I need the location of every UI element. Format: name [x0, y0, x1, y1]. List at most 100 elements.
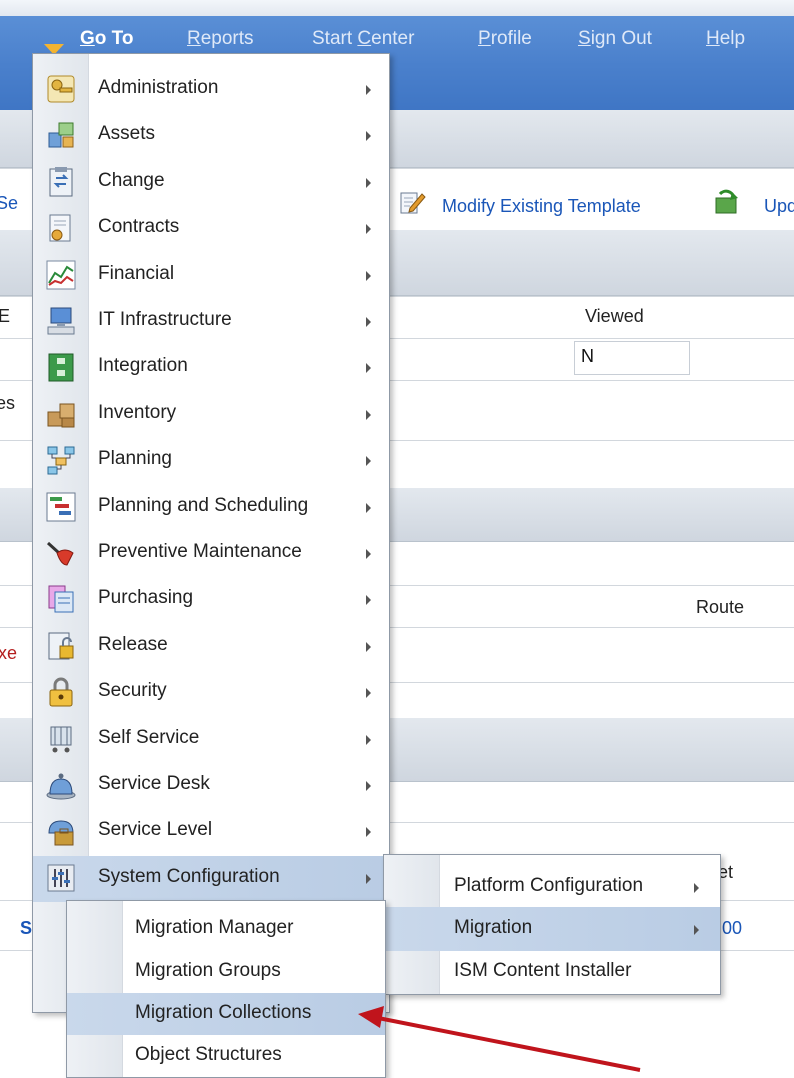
submenu-arrow-icon	[366, 409, 371, 420]
menu-item-inventory[interactable]: Inventory	[33, 392, 389, 438]
menu-item-release[interactable]: Release	[33, 624, 389, 670]
submenu-arrow-icon	[366, 734, 371, 745]
nav-goto-menu[interactable]: Go To	[80, 28, 133, 50]
migration-submenu: Migration Manager Migration Groups Migra…	[66, 900, 386, 1078]
menu-item-label: Security	[98, 680, 167, 702]
submenu-item-label: Object Structures	[135, 1044, 282, 1065]
menu-item-assets[interactable]: Assets	[33, 113, 389, 159]
menu-item-purchasing[interactable]: Purchasing	[33, 577, 389, 623]
submenu-arrow-icon	[366, 641, 371, 652]
nav-reports[interactable]: Reports	[187, 28, 254, 50]
submenu-item-label: Migration Groups	[135, 960, 281, 981]
top-strip	[0, 0, 794, 16]
purchasing-icon	[48, 585, 74, 613]
menu-item-self-service[interactable]: Self Service	[33, 717, 389, 763]
menu-item-contracts[interactable]: Contracts	[33, 206, 389, 252]
menu-item-label: Release	[98, 633, 168, 655]
submenu-arrow-icon	[694, 925, 699, 935]
submenu-arrow-icon	[366, 224, 371, 235]
planning-icon	[47, 446, 75, 475]
row-link-fragment[interactable]: S	[20, 918, 32, 939]
submenu-item-object-structures[interactable]: Object Structures	[67, 1035, 385, 1077]
menu-item-label: Integration	[98, 355, 188, 377]
update-link-fragment[interactable]: Upd	[764, 196, 794, 217]
sliders-icon	[47, 864, 75, 892]
submenu-arrow-icon	[366, 85, 371, 95]
submenu-item-migration-groups[interactable]: Migration Groups	[67, 951, 385, 993]
system-configuration-submenu: Platform Configuration Migration ISM Con…	[383, 854, 721, 995]
toolbar-link-fragment[interactable]: Se	[0, 193, 18, 214]
submenu-item-migration-manager[interactable]: Migration Manager	[67, 908, 385, 950]
cart-icon	[50, 726, 72, 753]
oilcan-icon	[46, 541, 74, 566]
submenu-item-label: Platform Configuration	[454, 875, 644, 896]
menu-item-label: System Configuration	[98, 865, 280, 887]
menu-item-preventive-maintenance[interactable]: Preventive Maintenance	[33, 531, 389, 577]
submenu-arrow-icon	[366, 131, 371, 142]
menu-item-system-configuration[interactable]: System Configuration	[33, 855, 389, 902]
menu-item-label: Self Service	[98, 726, 200, 748]
submenu-arrow-icon	[366, 688, 371, 699]
menu-item-it-infrastructure[interactable]: IT Infrastructure	[33, 299, 389, 345]
menu-item-label: Inventory	[98, 401, 177, 423]
chart-icon	[46, 260, 76, 290]
menu-item-label: Change	[98, 169, 165, 191]
submenu-item-migration[interactable]: Migration	[384, 907, 720, 951]
menu-item-label: Contracts	[98, 216, 180, 238]
service-level-icon	[48, 820, 74, 846]
boxes-icon	[47, 403, 75, 428]
menu-item-service-desk[interactable]: Service Desk	[33, 763, 389, 809]
menu-item-planning[interactable]: Planning	[33, 438, 389, 484]
submenu-item-label: Migration Collections	[135, 1002, 312, 1023]
bell-icon	[46, 773, 76, 800]
submenu-arrow-icon	[366, 502, 371, 513]
submenu-arrow-icon	[366, 549, 371, 559]
route-column-header: Route	[696, 597, 745, 617]
nav-sign-out[interactable]: Sign Out	[578, 28, 652, 50]
menu-item-administration[interactable]: Administration	[33, 67, 389, 113]
nav-help[interactable]: Help	[706, 28, 745, 50]
update-refresh-icon[interactable]	[712, 188, 740, 216]
menu-item-label: Assets	[98, 123, 156, 145]
menu-item-label: Purchasing	[98, 587, 194, 609]
gantt-icon	[46, 492, 76, 522]
menu-item-planning-and-scheduling[interactable]: Planning and Scheduling	[33, 485, 389, 531]
menu-item-security[interactable]: Security	[33, 670, 389, 716]
submenu-arrow-icon	[366, 363, 371, 374]
submenu-item-migration-collections[interactable]: Migration Collections	[67, 993, 385, 1035]
submenu-arrow-icon	[366, 781, 371, 791]
submenu-item-platform-configuration[interactable]: Platform Configuration	[384, 865, 720, 909]
menu-item-change[interactable]: Change	[33, 160, 389, 206]
submenu-item-ism-content-installer[interactable]: ISM Content Installer	[384, 950, 720, 994]
nav-start-center[interactable]: Start Center	[312, 28, 414, 50]
menu-item-label: Service Level	[98, 819, 213, 841]
release-icon	[48, 632, 74, 660]
submenu-arrow-icon	[366, 873, 371, 884]
contract-icon	[49, 214, 71, 242]
submenu-item-label: ISM Content Installer	[454, 960, 632, 981]
submenu-arrow-icon	[366, 456, 371, 467]
submenu-arrow-icon	[366, 270, 371, 281]
submenu-arrow-icon	[366, 827, 371, 838]
menu-item-label: Financial	[98, 262, 175, 284]
column-header-fragment: E	[0, 306, 11, 326]
menu-item-label: Planning and Scheduling	[98, 494, 309, 516]
submenu-arrow-icon	[366, 177, 371, 188]
viewed-field[interactable]: N	[574, 341, 690, 375]
submenu-item-label: Migration Manager	[135, 917, 294, 938]
integration-icon	[48, 353, 74, 382]
submenu-item-label: Migration	[454, 917, 533, 938]
row-number-fragment: 00	[722, 918, 743, 938]
menu-item-financial[interactable]: Financial	[33, 253, 389, 299]
modify-existing-template-link[interactable]: Modify Existing Template	[442, 196, 641, 217]
nav-profile[interactable]: Profile	[478, 28, 532, 50]
submenu-arrow-icon	[694, 883, 699, 893]
menu-item-service-level[interactable]: Service Level	[33, 809, 389, 855]
menu-item-integration[interactable]: Integration	[33, 345, 389, 391]
menu-item-label: Planning	[98, 448, 172, 470]
pencil-edit-icon[interactable]	[398, 188, 426, 216]
row-text-fragment-red: xe	[0, 643, 18, 663]
menu-item-label: Service Desk	[98, 773, 210, 794]
assets-icon	[48, 122, 74, 148]
submenu-arrow-icon	[366, 595, 371, 606]
